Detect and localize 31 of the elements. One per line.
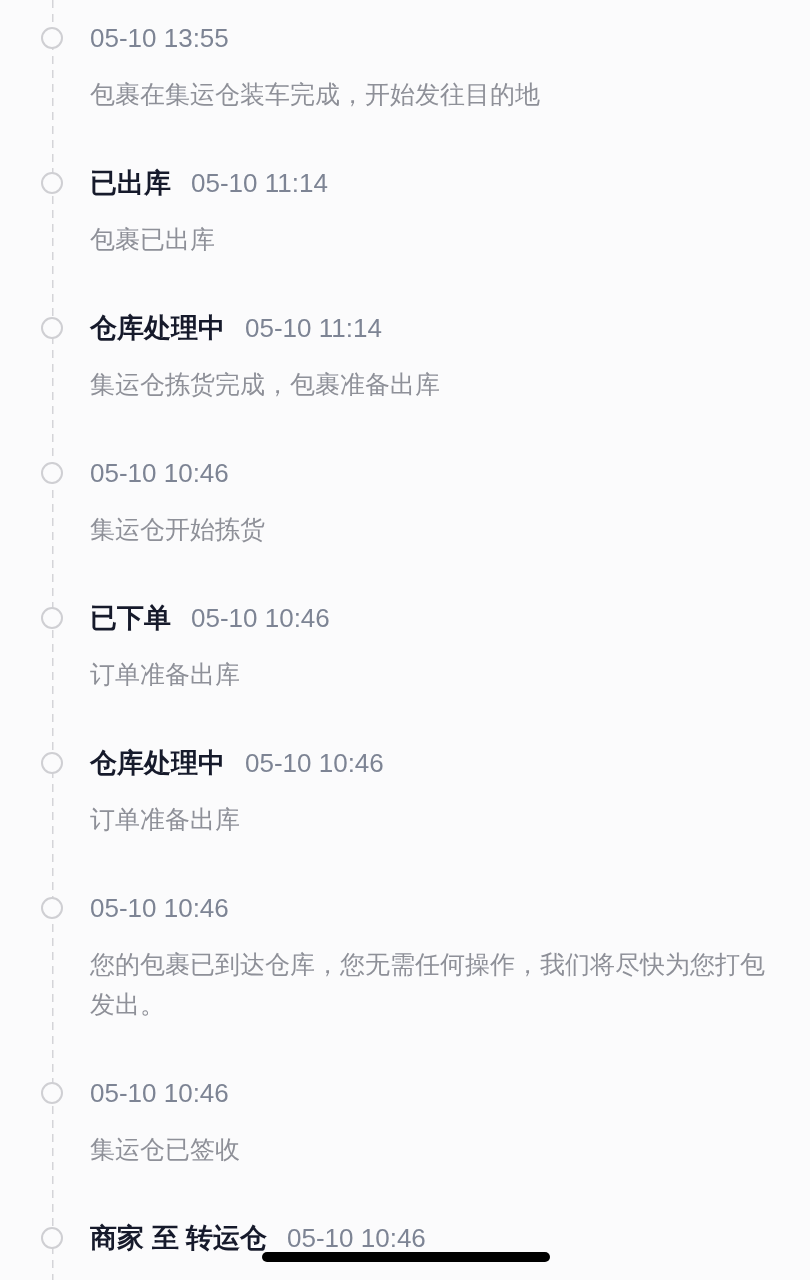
- timeline-dot: [41, 607, 63, 629]
- event-description: 包裹在集运仓装车完成，开始发往目的地: [90, 79, 541, 110]
- timestamp: 05-10 10:46: [90, 892, 229, 924]
- timestamp: 05-10 10:46: [287, 1222, 426, 1254]
- status-title: 商家 至 转运仓: [90, 1222, 267, 1255]
- event-description: 包裹已出库: [90, 224, 216, 255]
- event-description: 集运仓开始拣货: [90, 514, 266, 545]
- timestamp: 05-10 10:46: [90, 457, 229, 489]
- status-title: 仓库处理中: [90, 747, 225, 780]
- timeline-dot: [41, 172, 63, 194]
- timeline-dot: [41, 462, 63, 484]
- timeline-dot: [41, 1227, 63, 1249]
- event-description: 您的包裹已到达仓库，您无需任何操作，我们将尽快为您打包发出。: [90, 949, 766, 1020]
- timestamp: 05-10 11:14: [191, 167, 328, 199]
- event-description: 集运仓拣货完成，包裹准备出库: [90, 369, 441, 400]
- timeline-dot: [41, 1082, 63, 1104]
- timestamp: 05-10 13:55: [90, 22, 229, 54]
- timeline-dot: [41, 317, 63, 339]
- timestamp: 05-10 10:46: [191, 602, 330, 634]
- timestamp: 05-10 11:14: [245, 312, 382, 344]
- event-description: 集运仓已签收: [90, 1134, 241, 1165]
- timestamp: 05-10 10:46: [90, 1077, 229, 1109]
- timeline-dot: [41, 27, 63, 49]
- timeline-dot: [41, 752, 63, 774]
- event-description: 订单准备出库: [90, 804, 241, 835]
- status-title: 仓库处理中: [90, 312, 225, 345]
- status-title: 已下单: [90, 602, 171, 635]
- event-description: 订单准备出库: [90, 659, 241, 690]
- status-title: 已出库: [90, 167, 171, 200]
- timeline-dot: [41, 897, 63, 919]
- timestamp: 05-10 10:46: [245, 747, 384, 779]
